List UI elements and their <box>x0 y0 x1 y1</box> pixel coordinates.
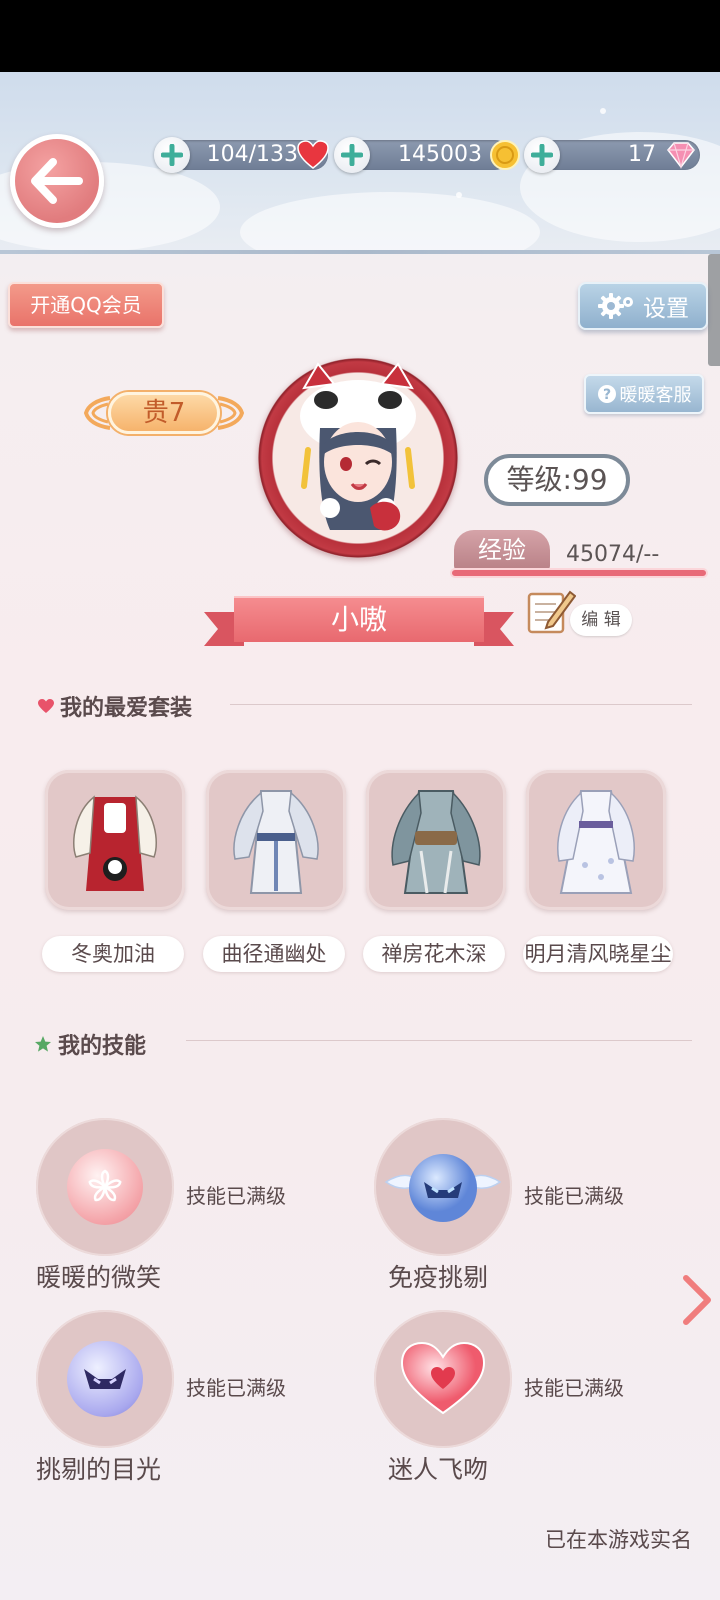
skill-slot-4[interactable] <box>374 1310 512 1448</box>
gold-value: 145003 <box>398 142 482 167</box>
add-stamina-button[interactable] <box>154 137 190 173</box>
favorites-title: 我的最爱套装 <box>60 696 193 721</box>
skill-name-3: 挑剔的目光 <box>36 1455 162 1484</box>
qq-member-button[interactable]: 开通QQ会员 <box>8 282 164 328</box>
vip-badge[interactable]: 贵7 <box>84 388 244 438</box>
skill-status-1: 技能已满级 <box>186 1184 286 1208</box>
skill-name-1: 暖暖的微笑 <box>36 1263 162 1292</box>
svg-text:?: ? <box>602 387 610 403</box>
skill-slot-1[interactable] <box>36 1118 174 1256</box>
vip-level: 贵7 <box>108 392 220 434</box>
outfit-name-1: 冬奥加油 <box>42 936 184 972</box>
outfit-name-4: 明月清风晓星尘 <box>523 936 673 972</box>
realname-notice: 已在本游戏实名 <box>545 1528 692 1552</box>
settings-button[interactable]: 设置 <box>578 282 708 330</box>
star-icon <box>35 1036 51 1052</box>
outfit-hanfu-icon <box>391 790 481 894</box>
add-gold-button[interactable] <box>334 137 370 173</box>
back-button[interactable] <box>10 134 104 228</box>
skill-name-4: 迷人飞吻 <box>388 1455 489 1484</box>
outfit-name-3: 禅房花木深 <box>363 936 505 972</box>
outfit-robe-icon <box>233 790 319 894</box>
player-avatar[interactable] <box>258 358 458 558</box>
divider <box>230 704 692 705</box>
favorites-heading: 我的最爱套装 <box>38 690 192 722</box>
player-name: 小嗷 <box>234 596 484 642</box>
edit-pencil-icon <box>527 590 576 634</box>
player-level: 等级:99 <box>484 454 630 506</box>
mask-icon <box>67 1341 143 1417</box>
skill-name-2: 免疫挑剔 <box>388 1263 489 1292</box>
diamond-icon <box>664 138 698 172</box>
customer-service-button[interactable]: ? 暖暖客服 <box>584 374 704 414</box>
heart-kiss-icon <box>400 1341 486 1415</box>
back-arrow-icon <box>31 158 83 204</box>
avatar-portrait <box>300 362 416 531</box>
gold-coin-icon <box>488 138 522 172</box>
stamina-value: 104/133 <box>206 142 298 167</box>
skill-status-4: 技能已满级 <box>524 1376 624 1400</box>
edit-label: 编 辑 <box>570 604 632 636</box>
heart-icon <box>38 698 54 713</box>
diamond-value: 17 <box>628 142 656 167</box>
exp-label: 经验 <box>454 530 550 570</box>
skills-title: 我的技能 <box>58 1034 147 1059</box>
question-icon: ? <box>597 385 616 403</box>
outfit-card-1[interactable] <box>45 770 185 910</box>
heart-icon <box>296 138 330 172</box>
next-page-button[interactable] <box>678 1272 714 1328</box>
plus-icon <box>341 144 363 166</box>
status-bar <box>0 0 720 72</box>
plus-icon <box>531 144 553 166</box>
divider <box>186 1040 692 1041</box>
skill-status-3: 技能已满级 <box>186 1376 286 1400</box>
skill-status-2: 技能已满级 <box>524 1184 624 1208</box>
edit-name-button[interactable]: 编 辑 <box>526 586 636 644</box>
customer-service-label: 暖暖客服 <box>619 385 692 406</box>
settings-label: 设置 <box>643 296 689 322</box>
gear-icon <box>598 293 633 319</box>
exp-progress-bar <box>450 568 708 578</box>
outfit-gown-icon <box>557 790 635 894</box>
skill-slot-3[interactable] <box>36 1310 174 1448</box>
winged-mask-icon <box>384 1154 502 1222</box>
scrollbar[interactable] <box>708 254 720 366</box>
outfit-card-2[interactable] <box>206 770 346 910</box>
sakura-icon <box>67 1149 143 1225</box>
skill-slot-2[interactable] <box>374 1118 512 1256</box>
outfit-dress-icon <box>73 795 157 891</box>
outfit-card-4[interactable] <box>526 770 666 910</box>
plus-icon <box>161 144 183 166</box>
add-diamond-button[interactable] <box>524 137 560 173</box>
name-banner: 小嗷 <box>204 592 514 648</box>
chevron-right-icon <box>683 1275 711 1325</box>
exp-value: 45074/-- <box>566 542 660 567</box>
skills-heading: 我的技能 <box>34 1028 146 1060</box>
outfit-card-3[interactable] <box>366 770 506 910</box>
outfit-name-2: 曲径通幽处 <box>203 936 345 972</box>
